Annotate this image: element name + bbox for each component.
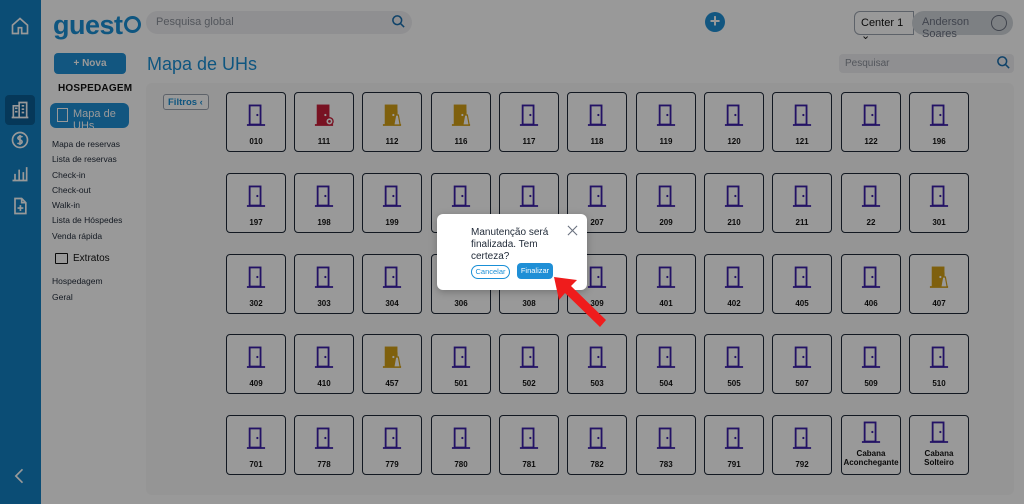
close-icon[interactable] (567, 223, 578, 236)
red-arrow-annotation (554, 277, 606, 327)
dialog-message: Manutenção será finalizada. Tem certeza? (471, 227, 549, 262)
cancel-button[interactable]: Cancelar (471, 265, 510, 279)
